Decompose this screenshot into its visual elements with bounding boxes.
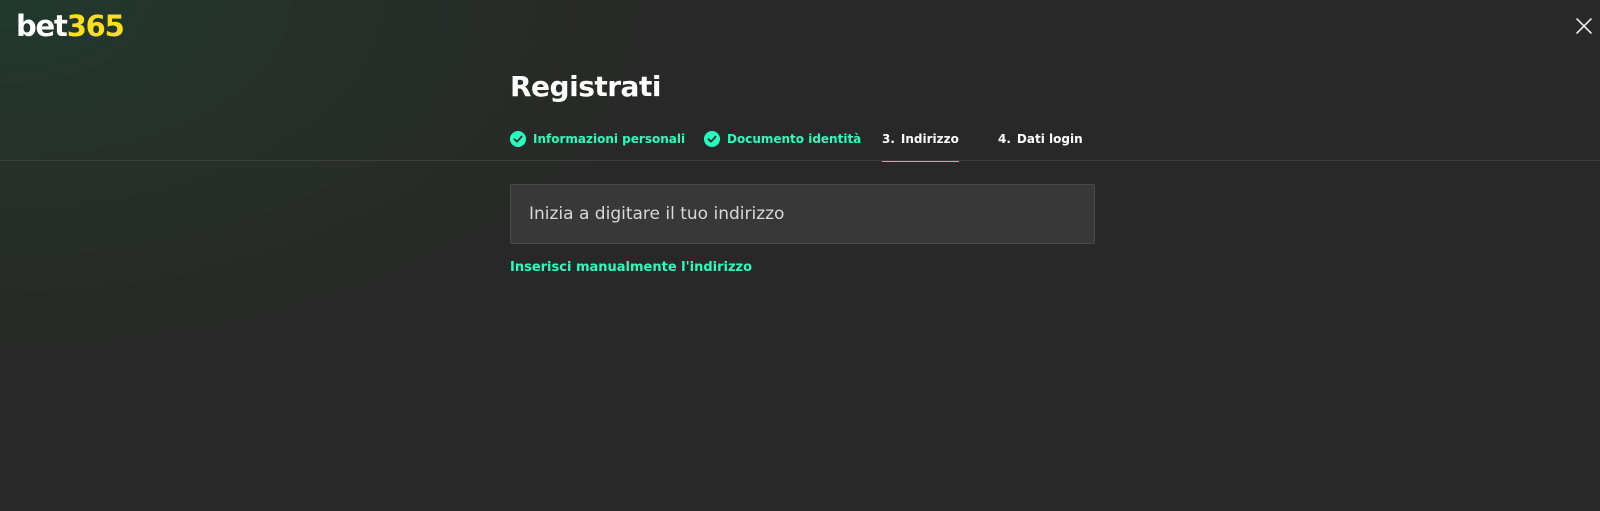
step-label: Dati login (1016, 132, 1083, 146)
step-number: 3. (882, 132, 895, 146)
bet365-logo[interactable]: bet365 (16, 9, 125, 43)
step-label: Indirizzo (900, 132, 959, 146)
logo-text-bet: bet (16, 9, 68, 43)
step-personal-info[interactable]: Informazioni personali (510, 126, 685, 162)
step-address[interactable]: 3. Indirizzo (882, 126, 959, 162)
logo-text-365: 365 (66, 9, 125, 43)
step-label: Informazioni personali (533, 132, 686, 146)
step-label: Documento identità (727, 132, 862, 146)
step-number: 4. (998, 132, 1011, 146)
step-identity-document[interactable]: Documento identità (704, 126, 861, 162)
close-icon (1572, 14, 1596, 38)
registration-steps: Informazioni personali Documento identit… (0, 126, 1600, 162)
steps-divider (0, 160, 1600, 161)
step-login-data[interactable]: 4. Dati login (998, 126, 1083, 162)
manual-address-link[interactable]: Inserisci manualmente l'indirizzo (510, 260, 752, 275)
address-search-input[interactable] (510, 184, 1095, 244)
page-title: Registrati (510, 70, 661, 103)
check-circle-icon (510, 131, 526, 147)
close-button[interactable] (1572, 14, 1596, 38)
check-circle-icon (704, 131, 720, 147)
